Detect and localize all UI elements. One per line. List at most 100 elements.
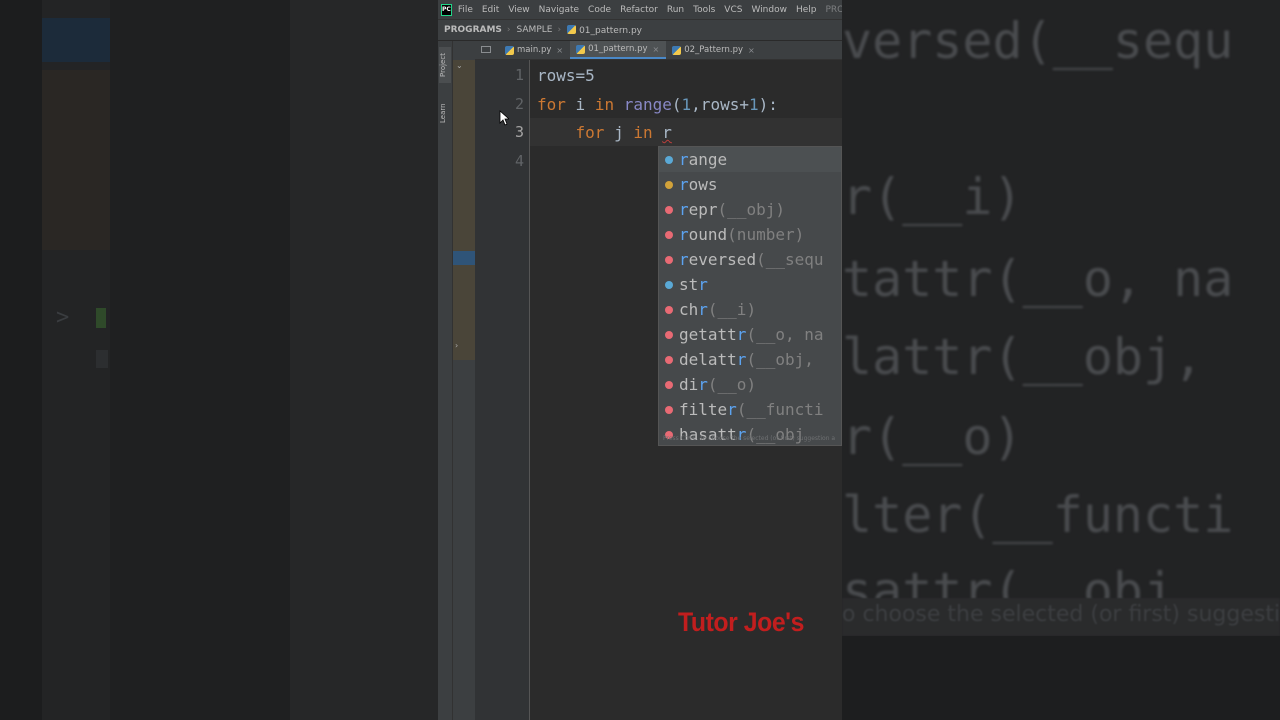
match-text: r — [698, 275, 708, 294]
tab-label: 02_Pattern.py — [684, 45, 743, 55]
menu-file[interactable]: File — [458, 5, 473, 15]
tab-main-py[interactable]: main.py × — [499, 41, 570, 59]
variable-icon — [665, 180, 673, 189]
completion-item[interactable]: st r — [659, 272, 841, 297]
identifier: i — [565, 95, 595, 114]
breadcrumb-folder[interactable]: SAMPLE — [517, 25, 553, 35]
item-name: filte — [679, 400, 728, 419]
completion-item[interactable]: delatt r (__obj, — [659, 347, 841, 372]
item-signature: (__sequ — [756, 250, 824, 269]
line-number: 2 — [515, 95, 525, 113]
item-signature: (__functi — [736, 400, 824, 419]
background-code-line: tattr(__o, na — [842, 250, 1234, 308]
code-line-1[interactable]: rows=5 — [537, 66, 595, 85]
code-line-3[interactable]: for j in r — [537, 123, 672, 142]
line-number: 1 — [515, 66, 525, 84]
completion-item[interactable]: r ange — [659, 147, 841, 172]
number-literal: 1 — [748, 95, 759, 114]
menu-help[interactable]: Help — [796, 5, 817, 15]
item-name: st — [679, 275, 699, 294]
completion-item[interactable]: filte r (__functi — [659, 397, 841, 422]
menu-refactor[interactable]: Refactor — [620, 5, 658, 15]
tool-window-learn[interactable]: Learn — [439, 95, 451, 131]
menu-code[interactable]: Code — [588, 5, 611, 15]
chevron-right-icon: › — [557, 25, 562, 35]
menu-run[interactable]: Run — [667, 5, 684, 15]
tool-window-strip: Project Learn — [438, 41, 453, 720]
keyword-for: for — [537, 95, 566, 114]
background-code-line: versed(__sequ — [842, 12, 1234, 70]
tab-01-pattern-py[interactable]: 01_pattern.py × — [570, 41, 667, 59]
tab-02-pattern-py[interactable]: 02_Pattern.py × — [666, 41, 761, 59]
completion-item[interactable]: r ound (number) — [659, 222, 841, 247]
chevron-right-icon[interactable]: › — [455, 341, 458, 350]
editor-tab-bar: main.py × 01_pattern.py × 02_Pattern.py … — [475, 41, 842, 60]
background-code-line: r(__i) — [842, 168, 1023, 226]
class-icon — [665, 280, 673, 289]
item-signature: (__i) — [707, 300, 757, 319]
number-literal: 1 — [681, 95, 692, 114]
item-name: ch — [679, 300, 699, 319]
watermark-text: Tutor Joe's — [678, 607, 804, 637]
completion-item[interactable]: r epr (__obj) — [659, 197, 841, 222]
python-file-icon — [672, 45, 682, 55]
background-right-panel: versed(__sequ r(__i) tattr(__o, na lattr… — [842, 0, 1280, 720]
code-completion-popup: r ange r ows r epr (__obj) r ound (number) r ev… — [658, 146, 842, 446]
python-file-icon — [576, 44, 586, 54]
item-name: di — [679, 375, 699, 394]
background-gutter — [110, 0, 290, 720]
keyword-for: for — [575, 123, 605, 142]
menu-view[interactable]: View — [508, 5, 529, 15]
match-text: r — [679, 175, 689, 194]
identifier: ,rows+ — [691, 95, 749, 114]
keyword-in: in — [633, 123, 653, 142]
match-text: r — [727, 400, 737, 419]
item-signature: (__o) — [707, 375, 757, 394]
identifier: j — [604, 123, 634, 142]
item-name: epr — [688, 200, 718, 219]
completion-item[interactable]: r eversed (__sequ — [659, 247, 841, 272]
completion-hint: Press Ctrl+. to choose the selected (or … — [663, 435, 836, 442]
line-number-gutter[interactable]: 1 2 3 4 — [475, 60, 530, 720]
breadcrumb-file[interactable]: 01_pattern.py — [567, 24, 642, 36]
function-icon — [665, 205, 673, 214]
item-name: delatt — [679, 350, 737, 369]
item-name: eversed — [688, 250, 757, 269]
close-icon[interactable]: × — [556, 46, 563, 55]
function-icon — [665, 330, 673, 339]
chevron-down-icon[interactable]: ⌄ — [456, 61, 463, 70]
item-name: ange — [688, 150, 728, 169]
menu-window[interactable]: Window — [751, 5, 787, 15]
menu-navigate[interactable]: Navigate — [539, 5, 579, 15]
background-highlight — [42, 18, 110, 62]
close-icon[interactable]: × — [748, 46, 755, 55]
completion-item[interactable]: getatt r (__o, na — [659, 322, 841, 347]
close-icon[interactable]: × — [653, 45, 660, 54]
menu-bar: PC File Edit View Navigate Code Refactor… — [438, 0, 842, 19]
chevron-right-icon: > — [56, 305, 70, 330]
breadcrumb-root[interactable]: PROGRAMS — [444, 25, 502, 35]
function-icon — [665, 405, 673, 414]
match-text: r — [679, 200, 689, 219]
menu-edit[interactable]: Edit — [482, 5, 499, 15]
project-panel-header — [453, 41, 475, 60]
paren: ( — [671, 95, 682, 114]
python-file-icon — [505, 45, 514, 55]
paren: ): — [758, 95, 778, 114]
tool-window-project[interactable]: Project — [439, 47, 451, 83]
project-tree[interactable] — [453, 60, 475, 360]
menu-vcs[interactable]: VCS — [724, 5, 742, 15]
panel-layout-icon[interactable] — [481, 46, 491, 53]
menu-tools[interactable]: Tools — [693, 5, 715, 15]
item-signature: (__o, na — [746, 325, 824, 344]
completion-item[interactable]: di r (__o) — [659, 372, 841, 397]
completion-item[interactable]: r ows — [659, 172, 841, 197]
breadcrumb-file-label: 01_pattern.py — [579, 25, 642, 36]
completion-item[interactable]: hasatt r (__obj — [659, 422, 841, 445]
background-tree — [42, 70, 110, 250]
project-tree-selection[interactable] — [453, 251, 475, 265]
code-line-2[interactable]: for i in range(1,rows+1): — [537, 95, 778, 114]
completion-item[interactable]: ch r (__i) — [659, 297, 841, 322]
